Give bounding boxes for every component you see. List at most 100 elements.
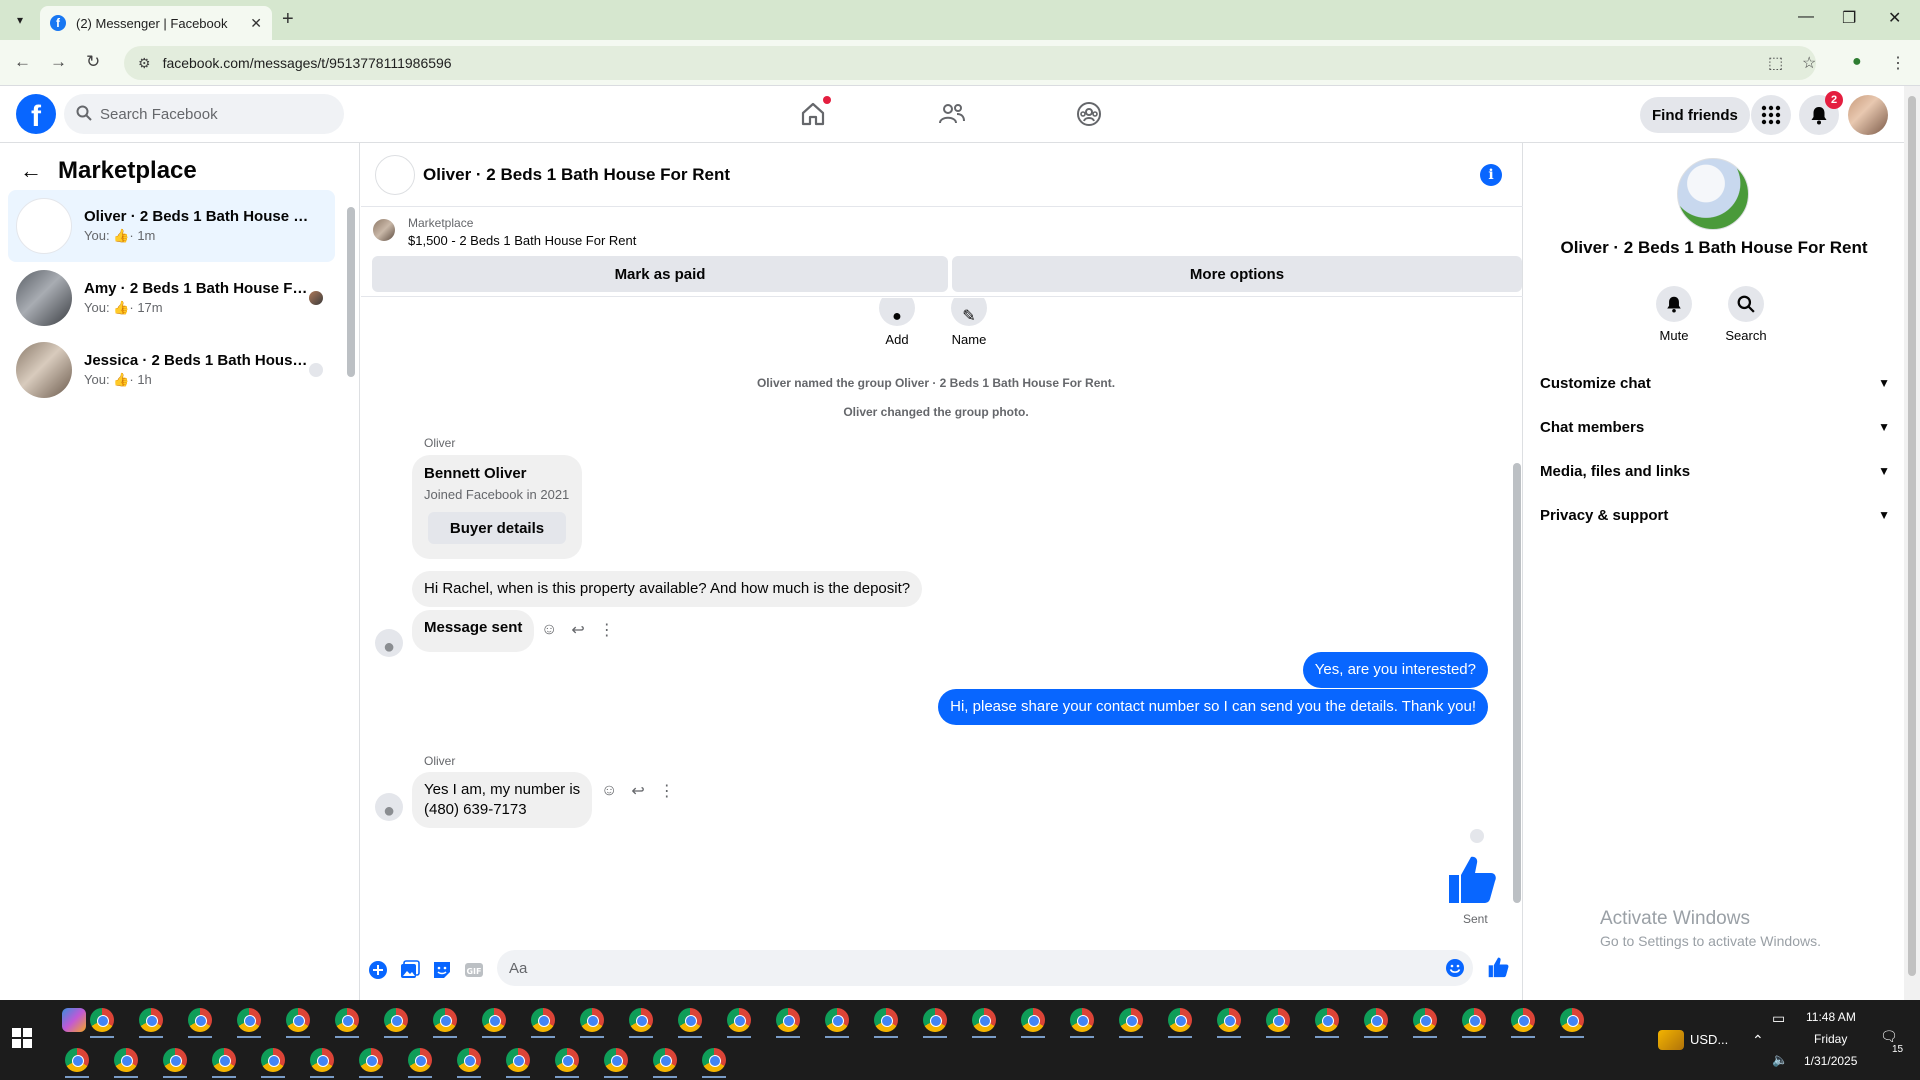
- new-tab-icon[interactable]: +: [282, 8, 294, 31]
- notifications-bell-icon[interactable]: 2: [1799, 91, 1843, 135]
- reply-icon[interactable]: ↩: [571, 620, 584, 640]
- privacy-support-row[interactable]: Privacy & support ▼: [1540, 495, 1890, 535]
- customize-chat-row[interactable]: Customize chat ▼: [1540, 363, 1890, 403]
- mark-as-paid-button[interactable]: Mark as paid: [372, 256, 948, 292]
- plus-circle-icon[interactable]: [367, 959, 389, 981]
- chrome-window-icon[interactable]: [1560, 1008, 1584, 1032]
- copilot-app-icon[interactable]: [62, 1008, 86, 1032]
- facebook-logo[interactable]: f: [16, 94, 56, 134]
- chrome-window-icon[interactable]: [335, 1008, 359, 1032]
- react-smiley-icon[interactable]: ☺: [601, 782, 617, 800]
- conversation-item-jessica[interactable]: Jessica · 2 Beds 1 Bath House ... You: 👍…: [8, 334, 335, 406]
- clock-time[interactable]: 11:48 AM: [1806, 1010, 1856, 1024]
- chrome-window-icon[interactable]: [408, 1048, 432, 1072]
- send-thumbs-up-icon[interactable]: [1487, 956, 1509, 978]
- chrome-window-icon[interactable]: [1315, 1008, 1339, 1032]
- chrome-window-icon[interactable]: [825, 1008, 849, 1032]
- network-icon[interactable]: ▭: [1772, 1010, 1785, 1027]
- site-info-icon[interactable]: ⚙: [138, 55, 151, 72]
- react-smiley-icon[interactable]: ☺: [541, 621, 557, 639]
- add-member-action[interactable]: ● Add: [867, 298, 927, 347]
- chrome-window-icon[interactable]: [678, 1008, 702, 1032]
- chrome-window-icon[interactable]: [1462, 1008, 1486, 1032]
- chrome-window-icon[interactable]: [65, 1048, 89, 1072]
- tab-close-icon[interactable]: ✕: [250, 15, 262, 32]
- name-group-action[interactable]: ✎ Name: [939, 298, 999, 347]
- chrome-window-icon[interactable]: [188, 1008, 212, 1032]
- chrome-window-icon[interactable]: [653, 1048, 677, 1072]
- browser-menu-icon[interactable]: ⋮: [1890, 53, 1906, 73]
- chrome-window-icon[interactable]: [384, 1008, 408, 1032]
- volume-icon[interactable]: 🔈: [1772, 1052, 1788, 1068]
- chat-members-row[interactable]: Chat members ▼: [1540, 407, 1890, 447]
- minimize-icon[interactable]: —: [1798, 8, 1814, 26]
- chrome-window-icon[interactable]: [1266, 1008, 1290, 1032]
- emoji-icon[interactable]: [1445, 958, 1465, 981]
- chrome-window-icon[interactable]: [727, 1008, 751, 1032]
- tray-chevron-up-icon[interactable]: ⌃: [1752, 1032, 1764, 1049]
- message-bubble-incoming[interactable]: Hi Rachel, when is this property availab…: [412, 571, 923, 607]
- chrome-window-icon[interactable]: [90, 1008, 114, 1032]
- back-arrow-icon[interactable]: ←: [20, 158, 42, 184]
- notification-center-icon[interactable]: 🗨: [1880, 1028, 1898, 1045]
- install-app-icon[interactable]: ⬚: [1768, 53, 1783, 73]
- currency-widget-label[interactable]: USD...: [1690, 1032, 1728, 1047]
- chrome-window-icon[interactable]: [604, 1048, 628, 1072]
- forward-icon[interactable]: →: [50, 52, 67, 72]
- listing-price-title[interactable]: $1,500 - 2 Beds 1 Bath House For Rent: [408, 233, 636, 248]
- browser-tab[interactable]: f (2) Messenger | Facebook ✕: [40, 6, 272, 40]
- thread-scrollbar[interactable]: [1511, 303, 1523, 928]
- chrome-window-icon[interactable]: [923, 1008, 947, 1032]
- conversation-item-oliver[interactable]: Oliver · 2 Beds 1 Bath House For... You:…: [8, 190, 335, 262]
- chrome-window-icon[interactable]: [114, 1048, 138, 1072]
- chrome-window-icon[interactable]: [139, 1008, 163, 1032]
- chrome-window-icon[interactable]: [261, 1048, 285, 1072]
- facebook-search[interactable]: [64, 94, 344, 134]
- windows-start-icon[interactable]: [12, 1028, 32, 1048]
- chrome-window-icon[interactable]: [1119, 1008, 1143, 1032]
- chat-title[interactable]: Oliver · 2 Beds 1 Bath House For Rent: [423, 165, 730, 185]
- chrome-window-icon[interactable]: [1364, 1008, 1388, 1032]
- chrome-window-icon[interactable]: [506, 1048, 530, 1072]
- buyer-details-button[interactable]: Buyer details: [428, 512, 566, 544]
- chrome-window-icon[interactable]: [163, 1048, 187, 1072]
- chrome-window-icon[interactable]: [212, 1048, 236, 1072]
- message-input[interactable]: [509, 959, 1409, 977]
- chrome-window-icon[interactable]: [359, 1048, 383, 1072]
- facebook-search-input[interactable]: [100, 105, 300, 123]
- chrome-window-icon[interactable]: [702, 1048, 726, 1072]
- chrome-window-icon[interactable]: [972, 1008, 996, 1032]
- chrome-window-icon[interactable]: [1070, 1008, 1094, 1032]
- sticker-icon[interactable]: [431, 959, 453, 981]
- clock-date[interactable]: 1/31/2025: [1804, 1054, 1857, 1068]
- message-bubble-outgoing[interactable]: Hi, please share your contact number so …: [938, 689, 1488, 725]
- message-bubble-incoming[interactable]: Yes I am, my number is (480) 639-7173: [412, 772, 593, 828]
- chrome-window-icon[interactable]: [1217, 1008, 1241, 1032]
- mute-action[interactable]: Mute: [1644, 286, 1704, 343]
- restore-icon[interactable]: ❐: [1842, 8, 1856, 28]
- chrome-window-icon[interactable]: [482, 1008, 506, 1032]
- chrome-window-icon[interactable]: [1168, 1008, 1192, 1032]
- profile-icon[interactable]: ●: [1852, 53, 1862, 71]
- chrome-window-icon[interactable]: [874, 1008, 898, 1032]
- friends-icon[interactable]: [938, 100, 966, 128]
- tab-search-chevron-icon[interactable]: ▾: [8, 8, 32, 32]
- back-icon[interactable]: ←: [14, 52, 31, 72]
- bookmark-star-icon[interactable]: ☆: [1802, 53, 1816, 73]
- more-icon[interactable]: ⋮: [659, 781, 675, 801]
- message-bubble-incoming[interactable]: Message sent: [412, 610, 535, 652]
- chrome-window-icon[interactable]: [531, 1008, 555, 1032]
- media-files-links-row[interactable]: Media, files and links ▼: [1540, 451, 1890, 491]
- chat-avatar[interactable]: [375, 155, 415, 195]
- page-scrollbar[interactable]: [1904, 86, 1920, 1000]
- account-avatar[interactable]: [1848, 95, 1888, 135]
- chrome-window-icon[interactable]: [1511, 1008, 1535, 1032]
- groups-icon[interactable]: [1075, 100, 1103, 128]
- message-bubble-outgoing[interactable]: Yes, are you interested?: [1302, 652, 1488, 688]
- chrome-window-icon[interactable]: [776, 1008, 800, 1032]
- chrome-window-icon[interactable]: [580, 1008, 604, 1032]
- home-icon[interactable]: [799, 96, 831, 128]
- chrome-window-icon[interactable]: [1021, 1008, 1045, 1032]
- chrome-window-icon[interactable]: [629, 1008, 653, 1032]
- find-friends-button[interactable]: Find friends: [1640, 97, 1750, 133]
